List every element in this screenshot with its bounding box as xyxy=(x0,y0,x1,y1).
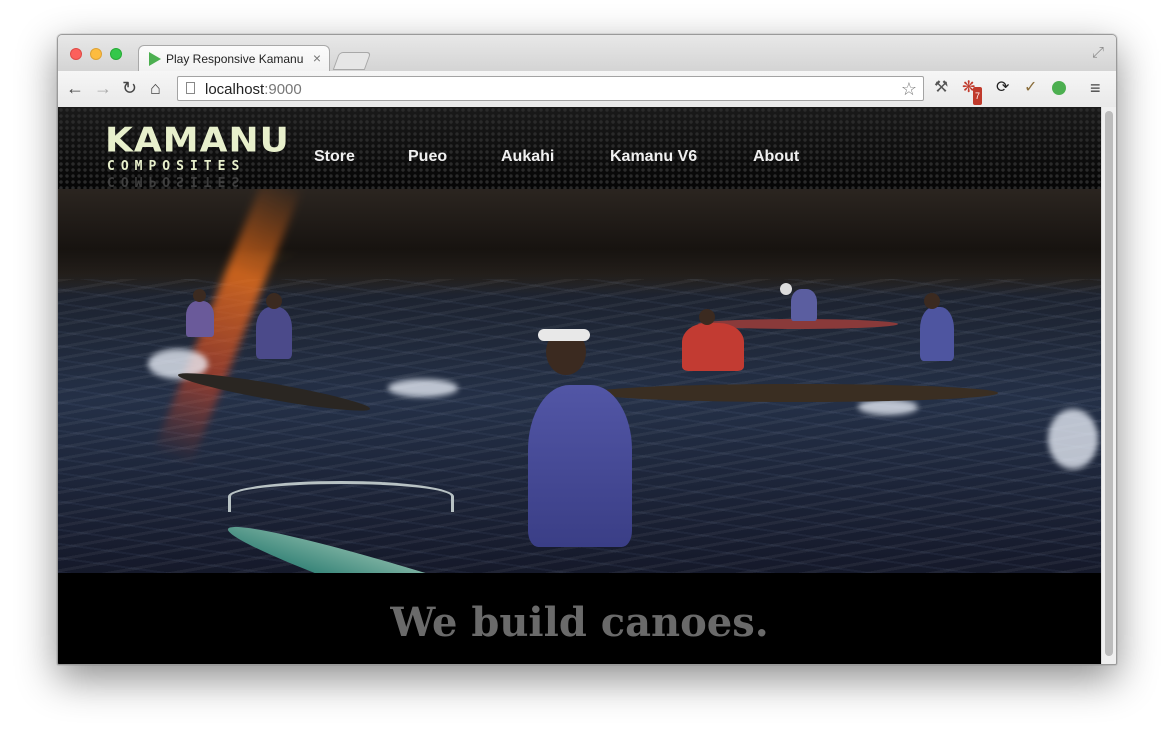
back-button[interactable]: ← xyxy=(66,79,84,97)
browser-tab[interactable]: Play Responsive Kamanu × xyxy=(138,45,330,71)
nav-aukahi[interactable]: Aukahi xyxy=(501,148,554,166)
paddler xyxy=(920,307,954,361)
eyedropper-icon[interactable]: ✓ xyxy=(1024,79,1037,97)
scrollbar-thumb[interactable] xyxy=(1105,111,1113,656)
wave-foam xyxy=(1048,409,1098,469)
wrench-icon[interactable]: ⚒ xyxy=(934,79,948,97)
zoom-window-button[interactable] xyxy=(110,48,122,60)
paddler-head xyxy=(266,293,282,309)
foreground-paddler xyxy=(528,385,632,547)
logo-main-text: KAMANU xyxy=(105,121,290,160)
canoe-iako xyxy=(228,481,454,512)
address-bar[interactable]: localhost:9000 ☆ xyxy=(177,76,924,101)
paddler xyxy=(791,289,817,321)
url-text[interactable]: localhost:9000 xyxy=(205,81,302,98)
extension-badge: 7 xyxy=(973,87,983,105)
kamanu-logo[interactable]: KAMANU COMPOSITES COMPOSITES xyxy=(105,121,289,188)
tab-close-icon[interactable]: × xyxy=(313,50,321,66)
tagline-band: We build canoes. xyxy=(58,573,1101,664)
browser-toolbar: ← → ↻ ⌂ localhost:9000 ☆ ⚒ ❋ 7 ⟳ ✓ ≡ xyxy=(58,71,1116,108)
paddler-head xyxy=(780,283,792,295)
headband xyxy=(538,329,590,341)
wave-foam xyxy=(388,379,458,397)
logo-sub-text: COMPOSITES xyxy=(107,159,246,174)
bookmark-star-icon[interactable]: ☆ xyxy=(901,79,917,100)
vertical-scrollbar[interactable] xyxy=(1101,107,1116,664)
hero-image xyxy=(58,189,1101,573)
page-viewport: KAMANU COMPOSITES COMPOSITES Store Pueo … xyxy=(58,107,1101,664)
nav-pueo[interactable]: Pueo xyxy=(408,148,447,166)
home-button[interactable]: ⌂ xyxy=(150,79,161,97)
green-balloon-icon[interactable] xyxy=(1052,81,1066,95)
forward-button[interactable]: → xyxy=(94,79,112,97)
new-tab-button[interactable] xyxy=(332,52,372,70)
paddler xyxy=(256,307,292,359)
paddler-head xyxy=(699,309,715,325)
paddler-head xyxy=(193,289,206,302)
canoe-hull xyxy=(593,384,998,402)
menu-button[interactable]: ≡ xyxy=(1090,79,1101,97)
sync-icon[interactable]: ⟳ xyxy=(996,79,1009,97)
nav-about[interactable]: About xyxy=(753,148,799,166)
tagline: We build canoes. xyxy=(390,599,769,646)
minimize-window-button[interactable] xyxy=(90,48,102,60)
play-triangle-icon xyxy=(149,52,161,66)
site-header: KAMANU COMPOSITES COMPOSITES Store Pueo … xyxy=(58,107,1101,189)
fullscreen-icon[interactable]: ⤢ xyxy=(1092,44,1104,61)
paddler xyxy=(682,323,744,371)
browser-window: Play Responsive Kamanu × ⤢ ← → ↻ ⌂ local… xyxy=(57,34,1117,665)
paddler-head xyxy=(924,293,940,309)
close-window-button[interactable] xyxy=(70,48,82,60)
cliff-silhouette xyxy=(58,189,1101,289)
page-icon xyxy=(186,82,195,94)
tab-title: Play Responsive Kamanu xyxy=(166,52,304,66)
extension-icon[interactable]: ❋ 7 xyxy=(962,79,983,105)
paddler xyxy=(186,301,214,337)
tab-strip: Play Responsive Kamanu × ⤢ xyxy=(58,35,1116,71)
logo-reflection: COMPOSITES xyxy=(107,173,246,188)
nav-kamanu-v6[interactable]: Kamanu V6 xyxy=(610,148,697,166)
reload-button[interactable]: ↻ xyxy=(122,79,137,97)
nav-store[interactable]: Store xyxy=(314,148,355,166)
